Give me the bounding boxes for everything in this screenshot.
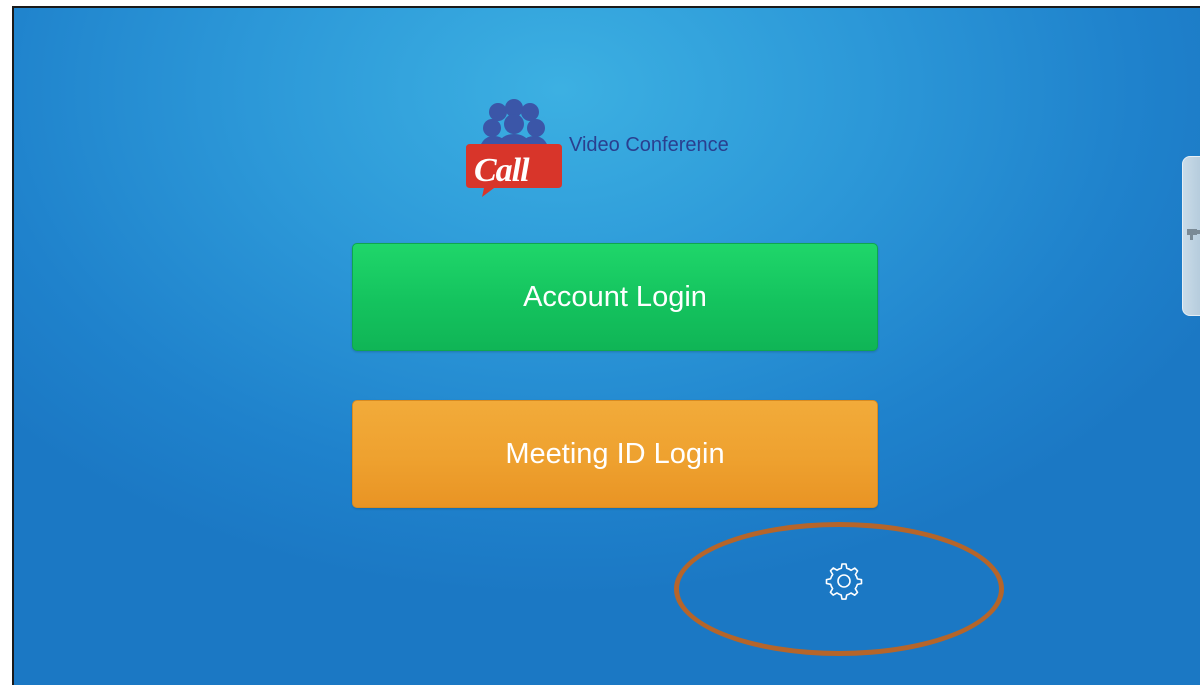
side-pull-tab[interactable]: [1182, 156, 1200, 316]
screenshot-frame: Call Video Conference Account Login Meet…: [0, 0, 1200, 685]
account-login-button[interactable]: Account Login: [352, 243, 878, 351]
meeting-id-login-button[interactable]: Meeting ID Login: [352, 400, 878, 508]
account-login-label: Account Login: [523, 280, 707, 313]
meeting-id-login-label: Meeting ID Login: [505, 437, 725, 470]
logo-wordmark: Call: [474, 152, 530, 189]
gear-icon[interactable]: [824, 561, 864, 601]
app-subtitle: Video Conference: [569, 134, 729, 156]
plug-icon: [1187, 229, 1200, 240]
app-logo: Call Video Conference: [464, 98, 784, 198]
app-screen: Call Video Conference Account Login Meet…: [12, 6, 1200, 685]
